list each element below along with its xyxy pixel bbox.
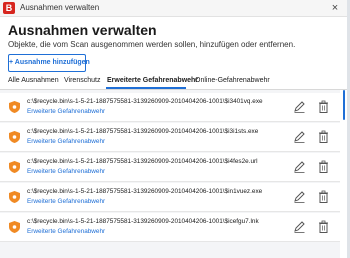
trash-icon[interactable] xyxy=(318,190,329,204)
shield-icon xyxy=(9,191,20,203)
trash-icon[interactable] xyxy=(318,220,329,234)
exceptions-window: B Ausnahmen verwalten × Ausnahmen verwal… xyxy=(0,0,347,258)
exception-category: Erweiterte Gefahrenabwehr xyxy=(27,108,106,115)
tab-bar: Alle Ausnahmen Virenschutz Erweiterte Ge… xyxy=(0,74,347,90)
edit-pencil-icon[interactable] xyxy=(293,160,306,174)
edit-pencil-icon[interactable] xyxy=(293,130,306,144)
exception-category: Erweiterte Gefahrenabwehr xyxy=(27,198,106,205)
exception-path: c:\$recycle.bin\s-1-5-21-1887575581-3139… xyxy=(27,128,259,135)
shield-icon xyxy=(9,221,20,233)
bitdefender-logo-icon: B xyxy=(3,2,15,14)
exception-category: Erweiterte Gefahrenabwehr xyxy=(27,228,106,235)
tab-all-exceptions[interactable]: Alle Ausnahmen xyxy=(8,76,59,86)
exception-path: c:\$recycle.bin\s-1-5-21-1887575581-3139… xyxy=(27,188,263,195)
shield-icon xyxy=(9,131,20,143)
shield-icon xyxy=(9,101,20,113)
page-subtitle: Objekte, die vom Scan ausgenommen werden… xyxy=(8,40,296,49)
scrollbar-thumb[interactable] xyxy=(343,90,345,120)
exception-path: c:\$recycle.bin\s-1-5-21-1887575581-3139… xyxy=(27,158,258,165)
edit-pencil-icon[interactable] xyxy=(293,100,306,114)
exception-category: Erweiterte Gefahrenabwehr xyxy=(27,138,106,145)
exception-path: c:\$recycle.bin\s-1-5-21-1887575581-3139… xyxy=(27,98,263,105)
page-title: Ausnahmen verwalten xyxy=(8,22,157,38)
list-item[interactable]: c:\$recycle.bin\s-1-5-21-1887575581-3139… xyxy=(0,183,340,212)
active-tab-indicator xyxy=(106,87,186,89)
close-button[interactable]: × xyxy=(329,1,341,15)
trash-icon[interactable] xyxy=(318,100,329,114)
trash-icon[interactable] xyxy=(318,160,329,174)
exceptions-list[interactable]: c:\$recycle.bin\s-1-5-21-1887575581-3139… xyxy=(0,90,340,258)
tab-online-threat-prevention[interactable]: Online-Gefahrenabwehr xyxy=(195,76,270,86)
trash-icon[interactable] xyxy=(318,130,329,144)
title-bar: B Ausnahmen verwalten × xyxy=(0,0,347,17)
shield-icon xyxy=(9,161,20,173)
list-item[interactable]: c:\$recycle.bin\s-1-5-21-1887575581-3139… xyxy=(0,123,340,152)
tab-advanced-threat-defense[interactable]: Erweiterte Gefahrenabwehr xyxy=(107,76,198,86)
exception-path: c:\$recycle.bin\s-1-5-21-1887575581-3139… xyxy=(27,218,259,225)
list-item[interactable]: c:\$recycle.bin\s-1-5-21-1887575581-3139… xyxy=(0,93,340,122)
tab-antivirus[interactable]: Virenschutz xyxy=(64,76,100,86)
list-item[interactable]: c:\$recycle.bin\s-1-5-21-1887575581-3139… xyxy=(0,153,340,182)
add-exception-button[interactable]: + Ausnahme hinzufügen xyxy=(8,54,90,72)
list-item[interactable]: c:\$recycle.bin\s-1-5-21-1887575581-3139… xyxy=(0,213,340,242)
window-title: Ausnahmen verwalten xyxy=(20,3,100,12)
edit-pencil-icon[interactable] xyxy=(293,190,306,204)
exception-category: Erweiterte Gefahrenabwehr xyxy=(27,168,106,175)
edit-pencil-icon[interactable] xyxy=(293,220,306,234)
